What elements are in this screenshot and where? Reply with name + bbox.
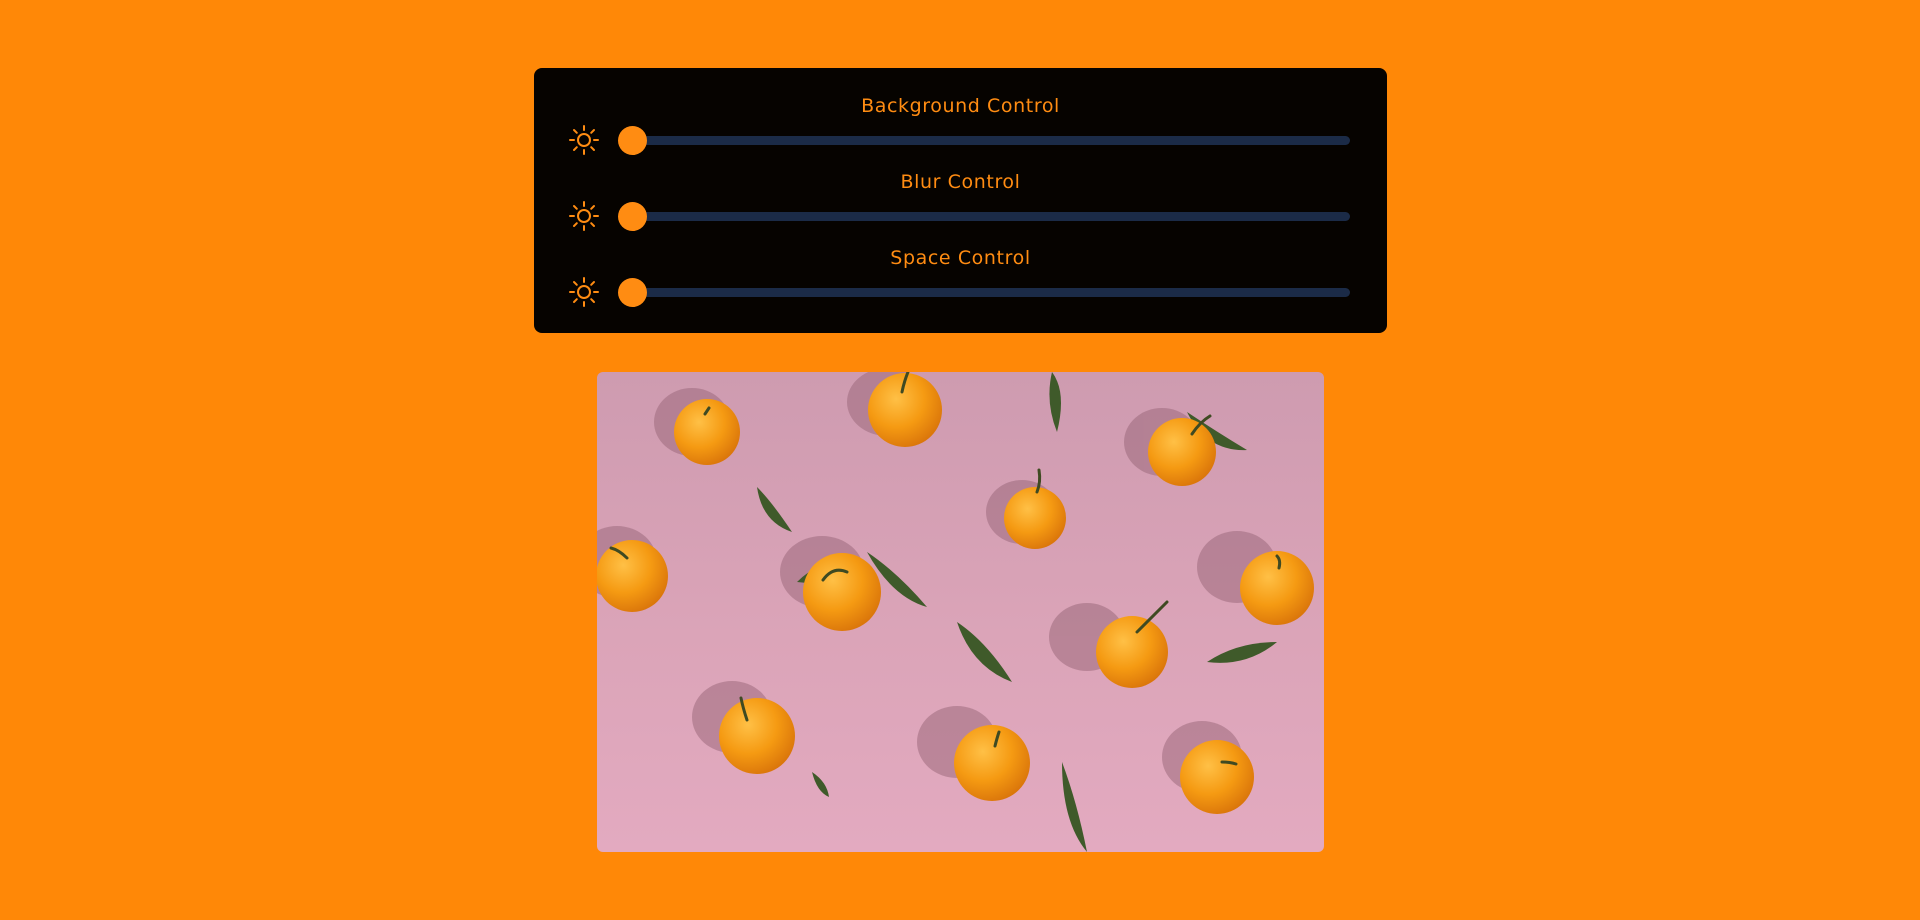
background-control: Background Control: [534, 68, 1387, 155]
controls-panel: Background Control Blur Control Space Co…: [534, 68, 1387, 333]
background-control-label: Background Control: [861, 95, 1060, 117]
oranges-illustration: [597, 372, 1314, 852]
space-slider-track[interactable]: [620, 288, 1350, 297]
oranges-photo: [597, 372, 1324, 852]
blur-control: Blur Control: [534, 144, 1387, 231]
sun-icon: [569, 277, 599, 307]
space-slider-thumb[interactable]: [618, 278, 647, 307]
space-control: Space Control: [534, 220, 1387, 307]
space-control-label: Space Control: [890, 247, 1031, 269]
blur-control-label: Blur Control: [900, 171, 1021, 193]
